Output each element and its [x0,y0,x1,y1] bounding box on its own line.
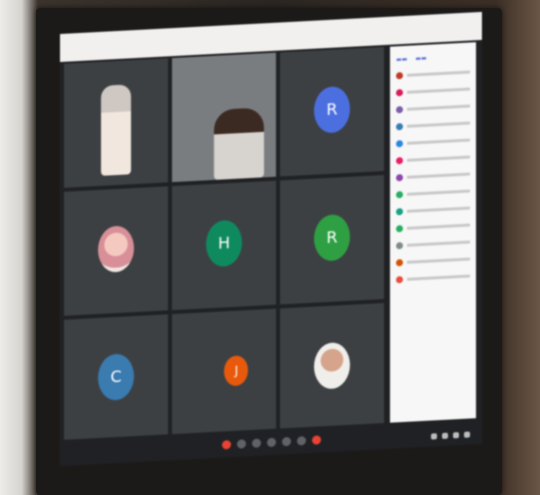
avatar [396,276,403,284]
participants-panel: ▬▬ ▬▬ [390,42,476,443]
avatar [396,208,403,216]
participant-tile[interactable]: J [172,308,276,439]
participant-name [407,87,470,94]
participant-name [407,104,470,111]
participant-tile[interactable] [64,58,168,188]
avatar [396,157,403,165]
camera-button[interactable] [236,438,246,449]
participant-video [213,107,264,180]
participant-tile[interactable] [64,186,168,316]
avatar: R [314,85,350,134]
right-toolbar [431,431,470,440]
participant-photo [101,84,131,176]
avatar [396,259,403,267]
avatar [396,242,403,250]
captions-button[interactable] [251,437,261,448]
activities-icon[interactable] [464,431,470,438]
avatar [396,174,403,182]
participant-list-item[interactable] [390,267,476,289]
participant-tile[interactable] [280,303,384,433]
avatar [396,225,403,233]
participant-name [407,70,470,77]
avatar [396,123,403,131]
people-icon[interactable] [442,432,448,439]
avatar [314,341,350,390]
participant-tile[interactable]: C [64,314,168,444]
participant-name [407,257,470,264]
participant-tile[interactable]: H [172,180,276,311]
participant-name [407,189,470,196]
avatar: C [98,352,134,401]
participant-name [407,206,470,213]
avatar [396,140,403,148]
participant-tile[interactable]: R [280,175,384,305]
avatar [396,72,403,80]
participant-tile[interactable]: R [280,47,384,177]
participant-name [407,274,470,281]
video-grid: R H R C J [64,47,384,444]
present-button[interactable] [266,437,276,447]
chat-icon[interactable] [453,432,459,439]
participant-list [390,63,476,289]
monitor-screen: R H R C J ▬▬ ▬▬ [60,11,482,467]
participant-name [407,121,470,128]
participant-name [407,155,470,162]
participant-name [407,240,470,247]
avatar: R [314,213,350,262]
raise-hand-button[interactable] [281,436,291,446]
avatar: H [206,218,242,267]
participant-name [407,172,470,179]
participant-name [407,223,470,230]
info-icon[interactable] [431,433,437,440]
avatar [396,106,403,114]
panel-tab[interactable]: ▬▬ [396,56,407,64]
panel-tab[interactable]: ▬▬ [415,55,426,63]
participant-name [407,138,470,145]
participant-video-tile[interactable] [172,52,276,183]
avatar [396,191,403,199]
avatar [98,224,134,273]
more-options-button[interactable] [296,435,306,446]
leave-call-button[interactable] [311,434,321,445]
avatar: J [224,354,249,386]
mic-off-button[interactable] [221,439,231,450]
avatar [396,89,403,97]
